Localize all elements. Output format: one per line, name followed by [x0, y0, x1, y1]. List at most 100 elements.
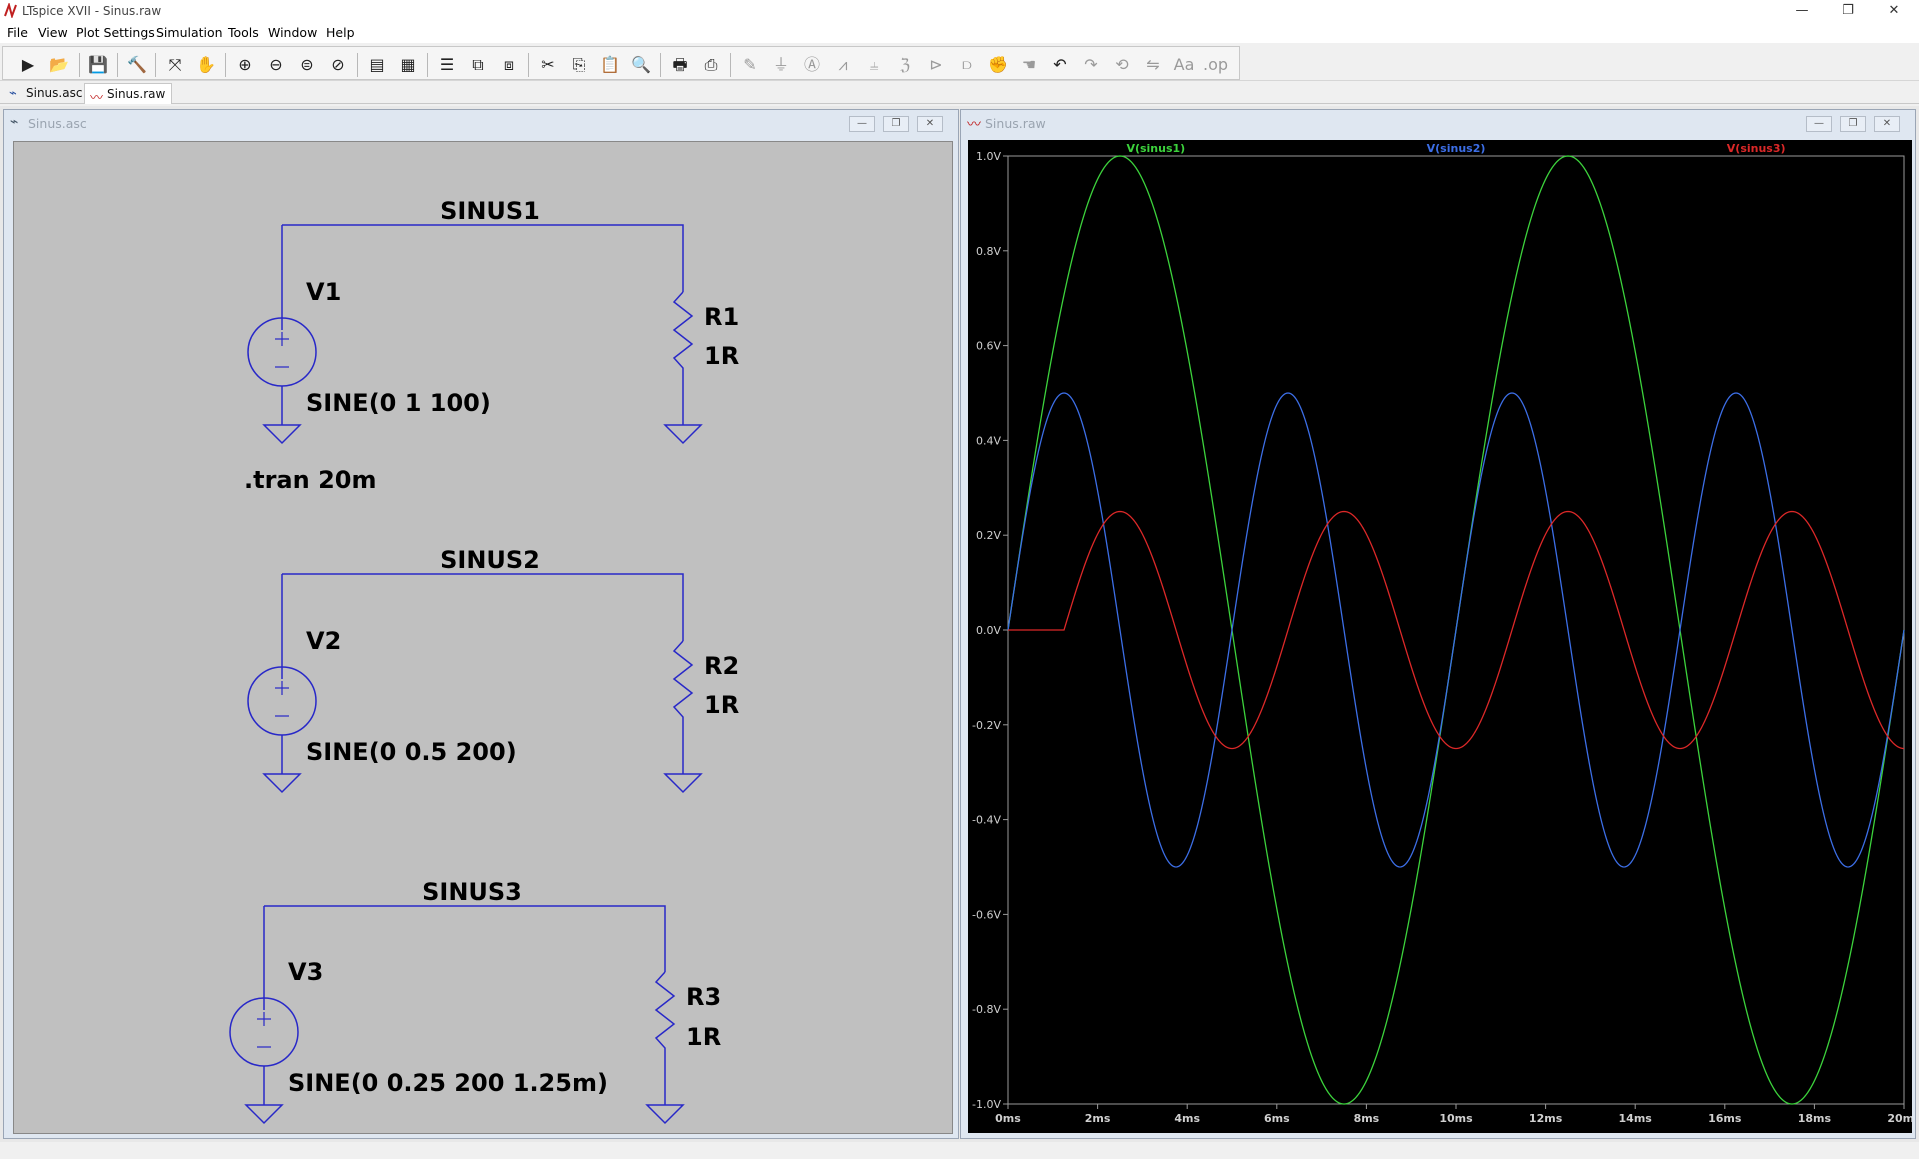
legend-label: V(sinus2): [1427, 142, 1486, 155]
cut-icon[interactable]: ✂: [536, 53, 560, 77]
print-setup-icon[interactable]: ⎙: [699, 53, 723, 77]
redo-icon[interactable]: ↷: [1079, 53, 1103, 77]
source-value-v3: SINE(0 0.25 200 1.25m): [288, 1069, 608, 1097]
ground-icon[interactable]: ⏚: [769, 53, 793, 77]
child-restore-button[interactable]: ❐: [1840, 116, 1866, 132]
ground-icon: [663, 424, 703, 445]
copy-icon[interactable]: ⎘: [567, 53, 591, 77]
spice-directive-icon[interactable]: .op: [1203, 53, 1228, 77]
resistor-value-r3: 1R: [686, 1023, 721, 1051]
resistor-name-r2: R2: [704, 652, 739, 680]
schematic-wires: [229, 224, 703, 1125]
inductor-icon[interactable]: ℨ: [893, 53, 917, 77]
document-tab-bar: ⌁ Sinus.asc 〰 Sinus.raw: [0, 82, 1919, 106]
resistor-value-r1: 1R: [704, 342, 739, 370]
zoom-out-icon[interactable]: ⊖: [264, 53, 288, 77]
waveform-icon: 〰: [967, 117, 981, 133]
x-tick-label: 6ms: [1264, 1112, 1290, 1125]
control-panel-icon[interactable]: 🔨: [125, 53, 149, 77]
wire: [282, 573, 684, 641]
move-hand-icon[interactable]: ✊: [986, 53, 1010, 77]
menu-view[interactable]: View: [38, 25, 68, 40]
capacitor-icon[interactable]: ⫨: [862, 53, 886, 77]
tab-sinus-asc[interactable]: ⌁ Sinus.asc: [4, 83, 88, 104]
autoscale-icon[interactable]: ▤: [365, 53, 389, 77]
child-minimize-button[interactable]: —: [849, 116, 875, 132]
run-icon[interactable]: ▶: [16, 53, 40, 77]
text-icon[interactable]: Aa: [1172, 53, 1196, 77]
minimize-button[interactable]: —: [1779, 0, 1825, 23]
resistor-value-r2: 1R: [704, 691, 739, 719]
menu-help[interactable]: Help: [326, 25, 355, 40]
child-minimize-button[interactable]: —: [1806, 116, 1832, 132]
toolbar-strip: ▶ 📂 💾 🔨 ⤧ ✋ ⊕ ⊖ ⊜ ⊘ ▤ ▦ ☰ ⧉ ⧈ ✂ ⎘ 📋 🔍 🖶 …: [2, 46, 1240, 80]
waveform-window-title: Sinus.raw: [985, 116, 1046, 131]
delete-trace-icon[interactable]: ▦: [396, 53, 420, 77]
menu-window[interactable]: Window: [268, 25, 317, 40]
wire: [282, 224, 684, 292]
print-icon[interactable]: 🖶: [668, 53, 692, 77]
schematic-window-titlebar[interactable]: ⌁ Sinus.asc — ❐ ✕: [4, 110, 958, 136]
resistor-icon[interactable]: ⩘: [831, 53, 855, 77]
menu-file[interactable]: File: [7, 25, 28, 40]
schematic-window: ⌁ Sinus.asc — ❐ ✕ SINUS1 V1 SINE(0 1 100…: [3, 109, 959, 1139]
schematic-icon: ⌁: [10, 114, 19, 130]
spice-directive-text: .tran 20m: [244, 466, 376, 494]
y-tick-label: -0.2V: [972, 719, 1001, 732]
menu-bar: File View Plot Settings Simulation Tools…: [0, 23, 1919, 43]
zoom-fit-icon[interactable]: ⊜: [295, 53, 319, 77]
schematic-window-title: Sinus.asc: [28, 116, 87, 131]
save-icon[interactable]: 💾: [86, 53, 110, 77]
r2-resistor: [672, 640, 694, 774]
tile-vertical-icon[interactable]: ⧈: [497, 53, 521, 77]
zoom-cancel-icon[interactable]: ⊘: [326, 53, 350, 77]
source-name-v1: V1: [306, 278, 341, 306]
child-close-button[interactable]: ✕: [917, 116, 943, 132]
child-restore-button[interactable]: ❐: [883, 116, 909, 132]
diode-icon[interactable]: ⊳: [924, 53, 948, 77]
rotate-icon[interactable]: ⟲: [1110, 53, 1134, 77]
drag-hand-icon[interactable]: ☚: [1017, 53, 1041, 77]
restore-button[interactable]: ❐: [1825, 0, 1871, 23]
resistor-name-r3: R3: [686, 983, 721, 1011]
y-tick-label: 0.4V: [976, 434, 1001, 447]
x-tick-label: 2ms: [1085, 1112, 1111, 1125]
child-close-button[interactable]: ✕: [1874, 116, 1900, 132]
ground-icon: [244, 1104, 284, 1125]
y-tick-label: 0.2V: [976, 529, 1001, 542]
source-polarity-marks: [257, 332, 289, 1048]
autorange-icon[interactable]: ⤧: [163, 53, 187, 77]
label-net-icon[interactable]: Ⓐ: [800, 53, 824, 77]
menu-plot-settings[interactable]: Plot Settings: [76, 25, 155, 40]
toolbar-separator: [117, 53, 118, 77]
schematic-canvas[interactable]: SINUS1 V1 SINE(0 1 100) R1 1R .tran 20m …: [13, 141, 953, 1134]
mirror-icon[interactable]: ⇋: [1141, 53, 1165, 77]
find-icon[interactable]: 🔍: [629, 53, 653, 77]
y-tick-label: 0.0V: [976, 624, 1001, 637]
open-icon[interactable]: 📂: [47, 53, 71, 77]
source-name-v3: V3: [288, 958, 323, 986]
close-button[interactable]: ✕: [1871, 0, 1917, 23]
cascade-icon[interactable]: ⧉: [466, 53, 490, 77]
y-tick-label: -1.0V: [972, 1098, 1001, 1111]
paste-icon[interactable]: 📋: [598, 53, 622, 77]
wire: [264, 905, 666, 972]
pan-hand-icon[interactable]: ✋: [194, 53, 218, 77]
x-tick-label: 20ms: [1887, 1112, 1912, 1125]
component-icon[interactable]: ⫐: [955, 53, 979, 77]
wire-pencil-icon[interactable]: ✎: [738, 53, 762, 77]
toolbar-separator: [79, 53, 80, 77]
waveform-window-titlebar[interactable]: 〰 Sinus.raw — ❐ ✕: [961, 110, 1915, 136]
undo-icon[interactable]: ↶: [1048, 53, 1072, 77]
menu-tools[interactable]: Tools: [228, 25, 259, 40]
tab-sinus-raw[interactable]: 〰 Sinus.raw: [84, 83, 173, 106]
r1-resistor: [672, 291, 694, 417]
tile-horizontal-icon[interactable]: ☰: [435, 53, 459, 77]
zoom-in-icon[interactable]: ⊕: [233, 53, 257, 77]
waveform-plot-pane[interactable]: 1.0V 0.8V 0.6V 0.4V 0.2V 0.0V -0.2V -0.4V -0.6V -…: [968, 140, 1919, 1133]
ground-icon: [262, 773, 302, 794]
menu-simulation[interactable]: Simulation: [156, 25, 223, 40]
y-tick-label: 1.0V: [976, 150, 1001, 163]
status-bar: [0, 1142, 1919, 1159]
y-tick-label: -0.6V: [972, 908, 1001, 921]
